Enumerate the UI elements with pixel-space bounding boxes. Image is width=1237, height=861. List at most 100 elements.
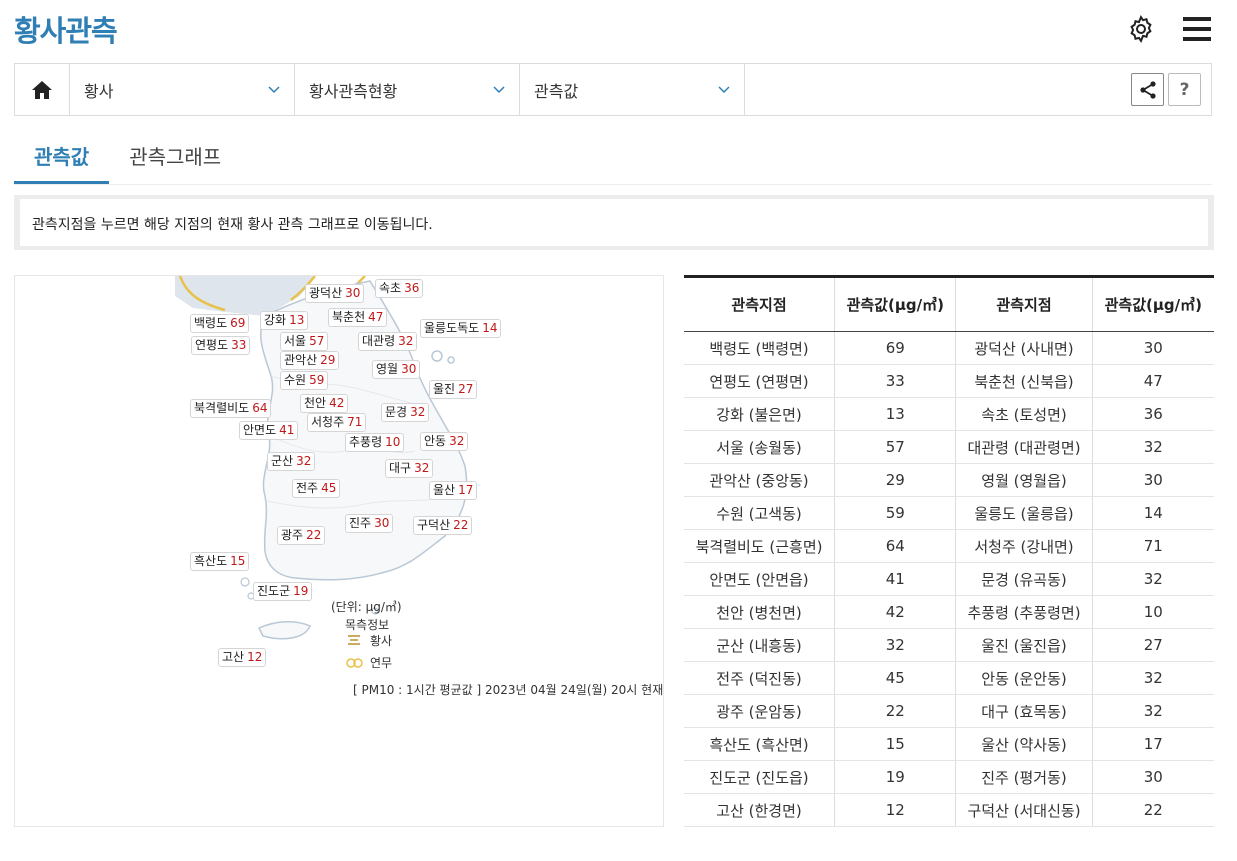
station-cell[interactable]: 대구 (효목동): [955, 694, 1093, 728]
settings-gear-icon[interactable]: [1123, 12, 1159, 46]
tab-observed-values[interactable]: 관측값: [14, 140, 110, 184]
station-cell[interactable]: 관악산 (중앙동): [684, 463, 836, 497]
station-cell[interactable]: 서청주 (강내면): [955, 529, 1093, 563]
station-cell[interactable]: 고산 (한경면): [684, 793, 836, 827]
map-station-label[interactable]: 백령도 69: [190, 314, 250, 333]
table-row[interactable]: 흑산도 (흑산면) 15 울산 (약사동) 17: [684, 727, 1214, 761]
map-station-label[interactable]: 울산 17: [429, 481, 478, 500]
map-station-label[interactable]: 북격렬비도 64: [190, 399, 272, 418]
map-station-label[interactable]: 천안 42: [300, 394, 349, 413]
station-cell[interactable]: 울릉도 (울릉읍): [955, 496, 1093, 530]
breadcrumb-select-category[interactable]: 황사: [70, 64, 295, 115]
table-row[interactable]: 천안 (병천면) 42 추풍령 (추풍령면) 10: [684, 595, 1214, 629]
table-row[interactable]: 안면도 (안면읍) 41 문경 (유곡동) 32: [684, 562, 1214, 596]
map-station-label[interactable]: 안면도 41: [239, 421, 299, 440]
share-button[interactable]: [1131, 73, 1164, 106]
station-cell[interactable]: 대관령 (대관령면): [955, 430, 1093, 464]
map-station-label[interactable]: 진도군 19: [253, 582, 313, 601]
station-cell[interactable]: 광덕산 (사내면): [955, 331, 1093, 365]
table-row[interactable]: 진도군 (진도읍) 19 진주 (평거동) 30: [684, 760, 1214, 794]
station-cell[interactable]: 전주 (덕진동): [684, 661, 836, 695]
station-cell[interactable]: 서울 (송월동): [684, 430, 836, 464]
map-station-label[interactable]: 추풍령 10: [345, 433, 405, 452]
dust-map: 광덕산 30 속초 36 백령도 69 강화 13 북춘천 47 울릉도독도 14 연평도 33 서울 57 대…: [14, 275, 664, 827]
legend-title: 목측정보: [345, 618, 390, 632]
station-cell[interactable]: 광주 (운암동): [684, 694, 836, 728]
station-cell[interactable]: 군산 (내흥동): [684, 628, 836, 662]
station-cell[interactable]: 속초 (토성면): [955, 397, 1093, 431]
station-cell[interactable]: 구덕산 (서대신동): [955, 793, 1093, 827]
table-row[interactable]: 백령도 (백령면) 69 광덕산 (사내면) 30: [684, 331, 1214, 365]
map-station-label[interactable]: 흑산도 15: [190, 552, 250, 571]
yellow-dust-legend-icon: [348, 635, 360, 645]
station-cell[interactable]: 흑산도 (흑산면): [684, 727, 836, 761]
value-cell: 42: [834, 595, 957, 629]
tab-divider: [14, 184, 1212, 185]
map-station-label[interactable]: 서울 57: [280, 332, 329, 351]
map-station-label[interactable]: 영월 30: [372, 360, 421, 379]
station-cell[interactable]: 안면도 (안면읍): [684, 562, 836, 596]
map-station-label[interactable]: 울릉도독도 14: [420, 319, 502, 338]
station-value: 45: [321, 481, 337, 495]
station-cell[interactable]: 북춘천 (신북읍): [955, 364, 1093, 398]
map-station-label[interactable]: 연평도 33: [191, 336, 251, 355]
table-row[interactable]: 북격렬비도 (근흥면) 64 서청주 (강내면) 71: [684, 529, 1214, 563]
map-station-label[interactable]: 대구 32: [385, 459, 434, 478]
chevron-down-icon: [718, 85, 730, 93]
breadcrumb-select-menu[interactable]: 황사관측현황: [295, 64, 520, 115]
map-station-label[interactable]: 관악산 29: [280, 351, 340, 370]
table-row[interactable]: 고산 (한경면) 12 구덕산 (서대신동) 22: [684, 793, 1214, 827]
value-cell: 10: [1092, 595, 1214, 629]
station-cell[interactable]: 강화 (불은면): [684, 397, 836, 431]
table-row[interactable]: 강화 (불은면) 13 속초 (토성면) 36: [684, 397, 1214, 431]
map-station-label[interactable]: 고산 12: [218, 648, 267, 667]
table-row[interactable]: 서울 (송월동) 57 대관령 (대관령면) 32: [684, 430, 1214, 464]
table-row[interactable]: 관악산 (중앙동) 29 영월 (영월읍) 30: [684, 463, 1214, 497]
value-cell: 13: [834, 397, 957, 431]
map-station-label[interactable]: 구덕산 22: [413, 516, 473, 535]
value-cell: 57: [834, 430, 957, 464]
help-button[interactable]: ?: [1168, 73, 1201, 106]
table-row[interactable]: 전주 (덕진동) 45 안동 (운안동) 32: [684, 661, 1214, 695]
map-station-label[interactable]: 울진 27: [429, 380, 478, 399]
map-station-label[interactable]: 대관령 32: [358, 332, 418, 351]
map-station-label[interactable]: 수원 59: [280, 371, 329, 390]
station-cell[interactable]: 수원 (고색동): [684, 496, 836, 530]
station-value: 30: [401, 362, 417, 376]
table-row[interactable]: 수원 (고색동) 59 울릉도 (울릉읍) 14: [684, 496, 1214, 530]
map-station-label[interactable]: 북춘천 47: [328, 308, 388, 327]
station-cell[interactable]: 연평도 (연평면): [684, 364, 836, 398]
station-cell[interactable]: 진주 (평거동): [955, 760, 1093, 794]
station-name: 서울: [284, 334, 307, 348]
breadcrumb-select-page[interactable]: 관측값: [520, 64, 745, 115]
map-station-label[interactable]: 강화 13: [260, 311, 309, 330]
map-station-label[interactable]: 문경 32: [381, 403, 430, 422]
map-station-label[interactable]: 안동 32: [420, 432, 469, 451]
tab-observed-graph[interactable]: 관측그래프: [109, 140, 241, 184]
station-cell[interactable]: 영월 (영월읍): [955, 463, 1093, 497]
station-cell[interactable]: 백령도 (백령면): [684, 331, 836, 365]
map-station-label[interactable]: 속초 36: [375, 279, 424, 298]
station-name: 북격렬비도: [194, 401, 250, 415]
station-cell[interactable]: 추풍령 (추풍령면): [955, 595, 1093, 629]
map-station-label[interactable]: 광덕산 30: [305, 284, 365, 303]
notice-text: 관측지점을 누르면 해당 지점의 현재 황사 관측 그래프로 이동됩니다.: [20, 199, 1208, 246]
nav-actions: ?: [745, 64, 1211, 115]
station-cell[interactable]: 문경 (유곡동): [955, 562, 1093, 596]
table-row[interactable]: 광주 (운암동) 22 대구 (효목동) 32: [684, 694, 1214, 728]
map-station-label[interactable]: 서청주 71: [307, 413, 367, 432]
station-cell[interactable]: 안동 (운안동): [955, 661, 1093, 695]
map-station-label[interactable]: 광주 22: [277, 526, 326, 545]
station-cell[interactable]: 북격렬비도 (근흥면): [684, 529, 836, 563]
table-row[interactable]: 군산 (내흥동) 32 울진 (울진읍) 27: [684, 628, 1214, 662]
station-cell[interactable]: 울산 (약사동): [955, 727, 1093, 761]
station-cell[interactable]: 천안 (병천면): [684, 595, 836, 629]
station-cell[interactable]: 진도군 (진도읍): [684, 760, 836, 794]
map-station-label[interactable]: 진주 30: [345, 514, 394, 533]
hamburger-menu-icon[interactable]: [1179, 12, 1215, 46]
map-station-label[interactable]: 전주 45: [292, 479, 341, 498]
table-row[interactable]: 연평도 (연평면) 33 북춘천 (신북읍) 47: [684, 364, 1214, 398]
station-cell[interactable]: 울진 (울진읍): [955, 628, 1093, 662]
home-button[interactable]: [15, 64, 70, 115]
map-station-label[interactable]: 군산 32: [267, 452, 316, 471]
